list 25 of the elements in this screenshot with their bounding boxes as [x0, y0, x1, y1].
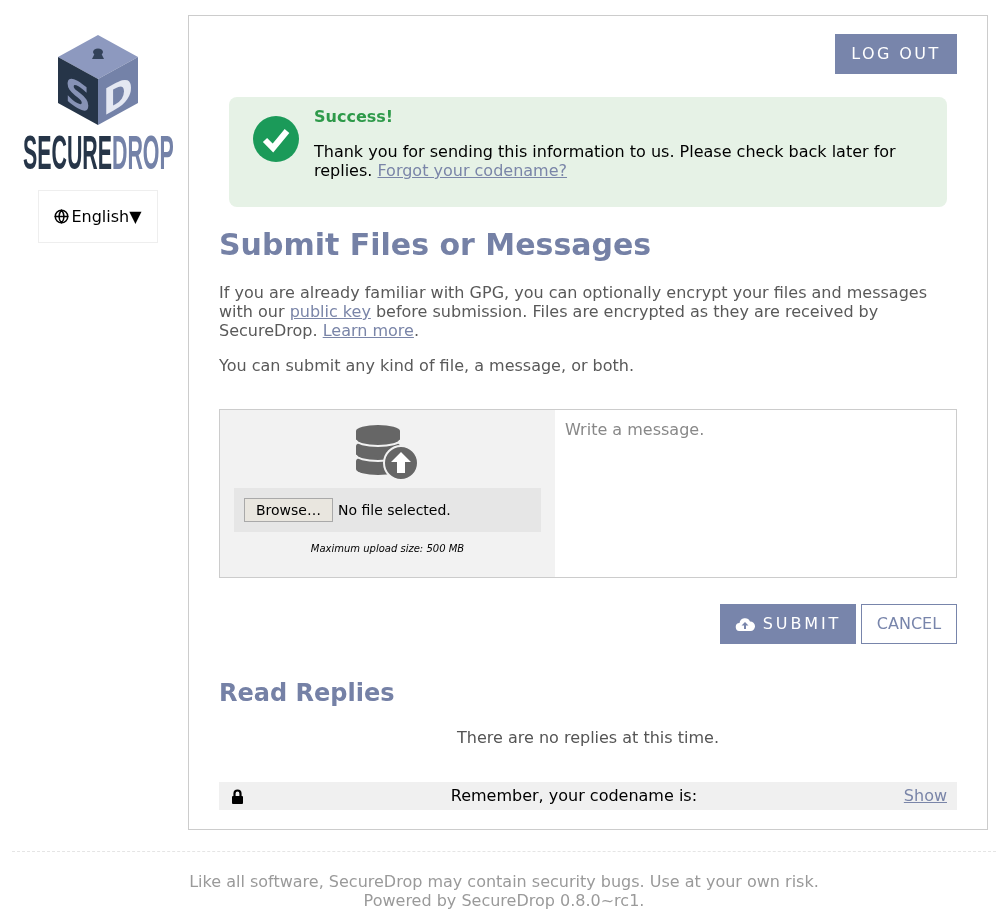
forgot-codename-link[interactable]: Forgot your codename? — [377, 161, 568, 180]
footer-text: Powered by SecureDrop 0.8.0~rc1. — [363, 891, 645, 910]
empty-replies-text: There are no replies at this time. — [456, 728, 720, 747]
codename-reminder: Remember, your codename is: — [449, 785, 699, 807]
alert-title: Success! — [314, 107, 395, 126]
check-circle-icon — [253, 116, 299, 162]
globe-icon — [54, 209, 70, 224]
text-link[interactable]: public key — [289, 302, 371, 321]
cancel-button[interactable]: CANCEL — [861, 604, 957, 644]
lock-icon — [231, 788, 244, 804]
cloud-upload-icon — [734, 617, 755, 631]
logout-button[interactable]: LOG OUT — [835, 34, 957, 74]
submit-button[interactable]: SUBMIT — [720, 604, 856, 644]
alert-message: Thank you for sending this information to us. Please check back later for replies. Forgot your codename? — [314, 142, 897, 180]
logo-letter: S — [65, 67, 91, 124]
logo-letter: D — [103, 66, 133, 125]
page-heading: Submit Files or Messages — [219, 226, 653, 264]
language-menu[interactable]: English▼ — [38, 190, 158, 243]
section-heading: Read Replies — [219, 678, 396, 708]
show-codename-link[interactable]: Show — [903, 784, 947, 808]
text-link[interactable]: Learn more — [322, 321, 414, 340]
submit-note: You can submit any kind of file, a message, or both. — [219, 356, 636, 375]
intro-text: If you are already familiar with GPG, you can optionally encrypt your files and messages with our public key before submission. Files are encrypted as they are received by SecureDrop. Learn more. — [219, 283, 928, 340]
footer-text: Like all software, SecureDrop may contain security bugs. Use at your own risk. — [189, 872, 819, 891]
logo-wordmark: SECUREDROP — [22, 129, 174, 177]
